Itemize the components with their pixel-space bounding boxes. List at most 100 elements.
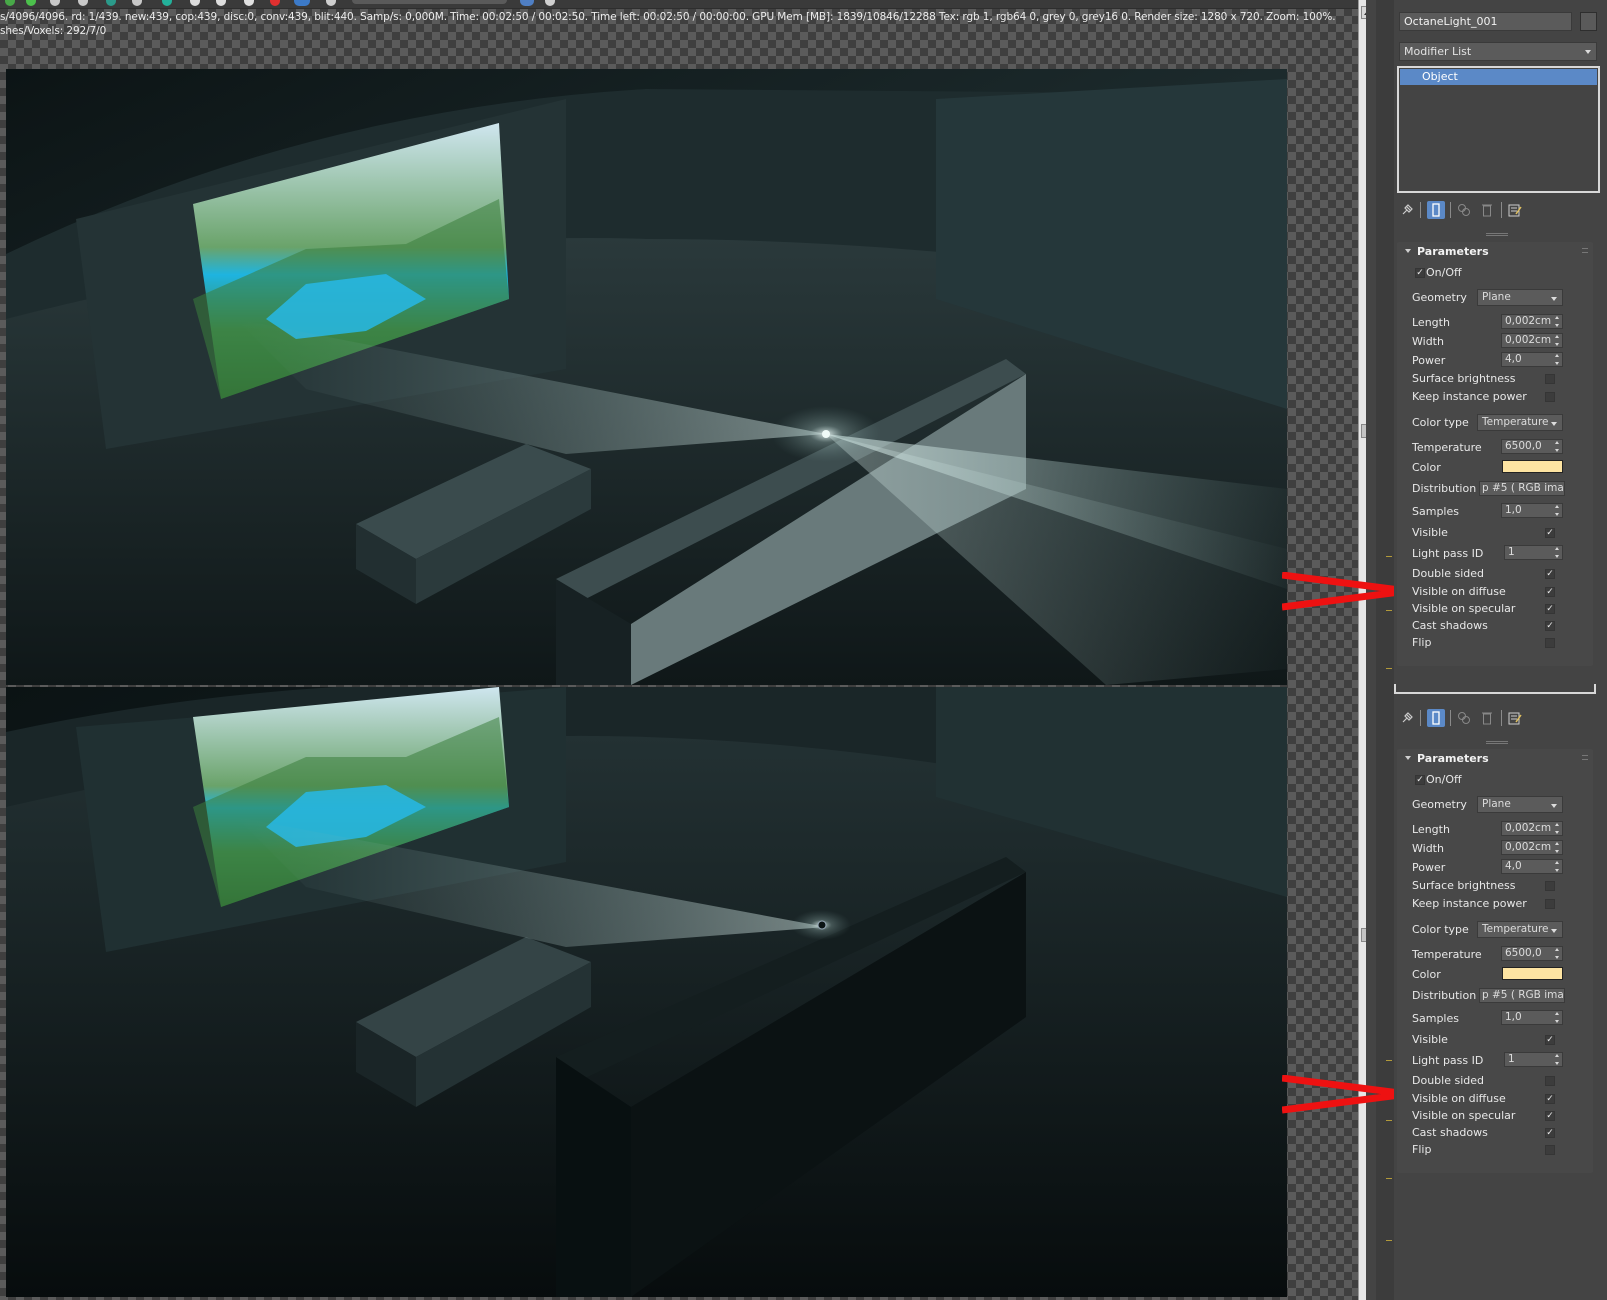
toolbar-icon[interactable] <box>545 0 555 6</box>
toolbar-icon[interactable] <box>78 0 88 6</box>
toolbar-icon[interactable] <box>162 0 172 6</box>
toolbar-icon[interactable] <box>132 0 142 6</box>
temperature-value: 6500,0 <box>1505 947 1542 959</box>
spinner-arrows-icon[interactable] <box>1555 505 1560 516</box>
surface-brightness-checkbox[interactable] <box>1545 881 1555 891</box>
spinner-arrows-icon[interactable] <box>1555 842 1560 853</box>
visible-on-diffuse-checkbox[interactable]: ✓ <box>1545 1094 1555 1104</box>
rollout-title[interactable]: Parameters <box>1397 242 1593 260</box>
cast-shadows-checkbox[interactable]: ✓ <box>1545 1128 1555 1138</box>
toolbar-icon[interactable] <box>5 0 15 6</box>
object-color-swatch[interactable] <box>1580 12 1597 31</box>
keep-instance-power-label: Keep instance power <box>1412 390 1527 403</box>
spinner-arrows-icon[interactable] <box>1555 547 1560 558</box>
visible-on-specular-checkbox[interactable]: ✓ <box>1545 1111 1555 1121</box>
spinner-arrows-icon[interactable] <box>1555 1012 1560 1023</box>
remove-modifier-icon[interactable] <box>1478 201 1496 219</box>
keep-instance-power-checkbox[interactable] <box>1545 392 1555 402</box>
light-pass-id-spinner[interactable]: 1 <box>1504 1052 1563 1067</box>
configure-modifier-sets-icon[interactable] <box>1506 201 1524 219</box>
toolbar-icon[interactable] <box>26 0 36 6</box>
visible-checkbox[interactable]: ✓ <box>1545 1035 1555 1045</box>
modifier-list-dropdown[interactable]: Modifier List <box>1399 42 1597 61</box>
toolbar-icon[interactable] <box>244 0 254 6</box>
cast-shadows-checkbox[interactable]: ✓ <box>1545 621 1555 631</box>
rollout-drag-handle[interactable] <box>1486 233 1508 236</box>
toolbar-icon[interactable] <box>326 0 336 6</box>
spinner-arrows-icon[interactable] <box>1555 948 1560 959</box>
keep-instance-power-checkbox[interactable] <box>1545 899 1555 909</box>
spinner-arrows-icon[interactable] <box>1555 1054 1560 1065</box>
flip-checkbox[interactable] <box>1545 1145 1555 1155</box>
color-swatch[interactable] <box>1502 967 1563 980</box>
render-image-double-sided-on <box>6 69 1287 685</box>
temperature-spinner[interactable]: 6500,0 <box>1501 439 1563 454</box>
object-name-field[interactable]: OctaneLight_001 <box>1399 12 1572 31</box>
light-pass-id-label: Light pass ID <box>1412 1054 1484 1067</box>
samples-spinner[interactable]: 1,0 <box>1501 1010 1563 1025</box>
samples-value: 1,0 <box>1505 1011 1522 1023</box>
spinner-arrows-icon[interactable] <box>1555 354 1560 365</box>
toolbar-icon[interactable] <box>520 0 534 6</box>
toolbar-icon[interactable] <box>270 0 280 6</box>
samples-label: Samples <box>1412 505 1459 518</box>
pin-stack-icon[interactable] <box>1398 709 1416 727</box>
length-spinner[interactable]: 0,002cm <box>1501 314 1563 329</box>
color-type-dropdown[interactable]: Temperature <box>1477 414 1563 431</box>
double-sided-checkbox[interactable] <box>1545 1076 1555 1086</box>
rollout-drag-handle[interactable] <box>1486 741 1508 744</box>
toolbar-icon[interactable] <box>106 0 116 6</box>
power-spinner[interactable]: 4,0 <box>1501 352 1563 367</box>
show-end-result-icon[interactable] <box>1427 709 1445 727</box>
toolbar-icon[interactable] <box>50 0 60 6</box>
length-spinner[interactable]: 0,002cm <box>1501 821 1563 836</box>
flip-label: Flip <box>1412 636 1432 649</box>
spinner-arrows-icon[interactable] <box>1555 861 1560 872</box>
make-unique-icon[interactable] <box>1455 709 1473 727</box>
spinner-arrows-icon[interactable] <box>1555 316 1560 327</box>
scroll-up-arrow-icon[interactable] <box>1361 6 1366 19</box>
width-spinner[interactable]: 0,002cm <box>1501 840 1563 855</box>
onoff-checkbox[interactable]: ✓ <box>1415 268 1425 278</box>
toolbar-icon[interactable] <box>216 0 226 6</box>
onoff-checkbox[interactable]: ✓ <box>1415 775 1425 785</box>
visible-checkbox[interactable]: ✓ <box>1545 528 1555 538</box>
spinner-arrows-icon[interactable] <box>1555 335 1560 346</box>
double-sided-checkbox[interactable]: ✓ <box>1545 569 1555 579</box>
power-spinner[interactable]: 4,0 <box>1501 859 1563 874</box>
light-pass-id-spinner[interactable]: 1 <box>1504 545 1563 560</box>
chevron-down-icon <box>1585 50 1591 54</box>
samples-label: Samples <box>1412 1012 1459 1025</box>
scroll-thumb[interactable] <box>1361 424 1366 438</box>
geometry-dropdown[interactable]: Plane <box>1477 289 1563 306</box>
make-unique-icon[interactable] <box>1455 201 1473 219</box>
scroll-thumb[interactable] <box>1361 928 1366 942</box>
spinner-arrows-icon[interactable] <box>1555 441 1560 452</box>
remove-modifier-icon[interactable] <box>1478 709 1496 727</box>
spinner-arrows-icon[interactable] <box>1555 823 1560 834</box>
visible-on-specular-checkbox[interactable]: ✓ <box>1545 604 1555 614</box>
modifier-stack-list[interactable]: Object <box>1397 66 1600 193</box>
color-swatch[interactable] <box>1502 460 1563 473</box>
geometry-dropdown[interactable]: Plane <box>1477 796 1563 813</box>
color-label: Color <box>1412 461 1441 474</box>
color-type-dropdown[interactable]: Temperature <box>1477 921 1563 938</box>
samples-spinner[interactable]: 1,0 <box>1501 503 1563 518</box>
flip-checkbox[interactable] <box>1545 638 1555 648</box>
pin-stack-icon[interactable] <box>1398 201 1416 219</box>
visible-on-diffuse-checkbox[interactable]: ✓ <box>1545 587 1555 597</box>
distribution-texture-button[interactable]: p #5 ( RGB image <box>1479 481 1565 496</box>
toolbar-icon[interactable] <box>190 0 200 6</box>
width-spinner[interactable]: 0,002cm <box>1501 333 1563 348</box>
configure-modifier-sets-icon[interactable] <box>1506 709 1524 727</box>
geometry-value: Plane <box>1482 291 1511 303</box>
stack-item-object[interactable]: Object <box>1400 69 1597 85</box>
surface-brightness-checkbox[interactable] <box>1545 374 1555 384</box>
toolbar-icon[interactable] <box>294 0 310 6</box>
power-value: 4,0 <box>1505 860 1522 872</box>
toolbar-field[interactable] <box>352 0 507 4</box>
distribution-texture-button[interactable]: p #5 ( RGB image <box>1479 988 1565 1003</box>
temperature-spinner[interactable]: 6500,0 <box>1501 946 1563 961</box>
rollout-title[interactable]: Parameters <box>1397 749 1593 767</box>
show-end-result-icon[interactable] <box>1427 201 1445 219</box>
